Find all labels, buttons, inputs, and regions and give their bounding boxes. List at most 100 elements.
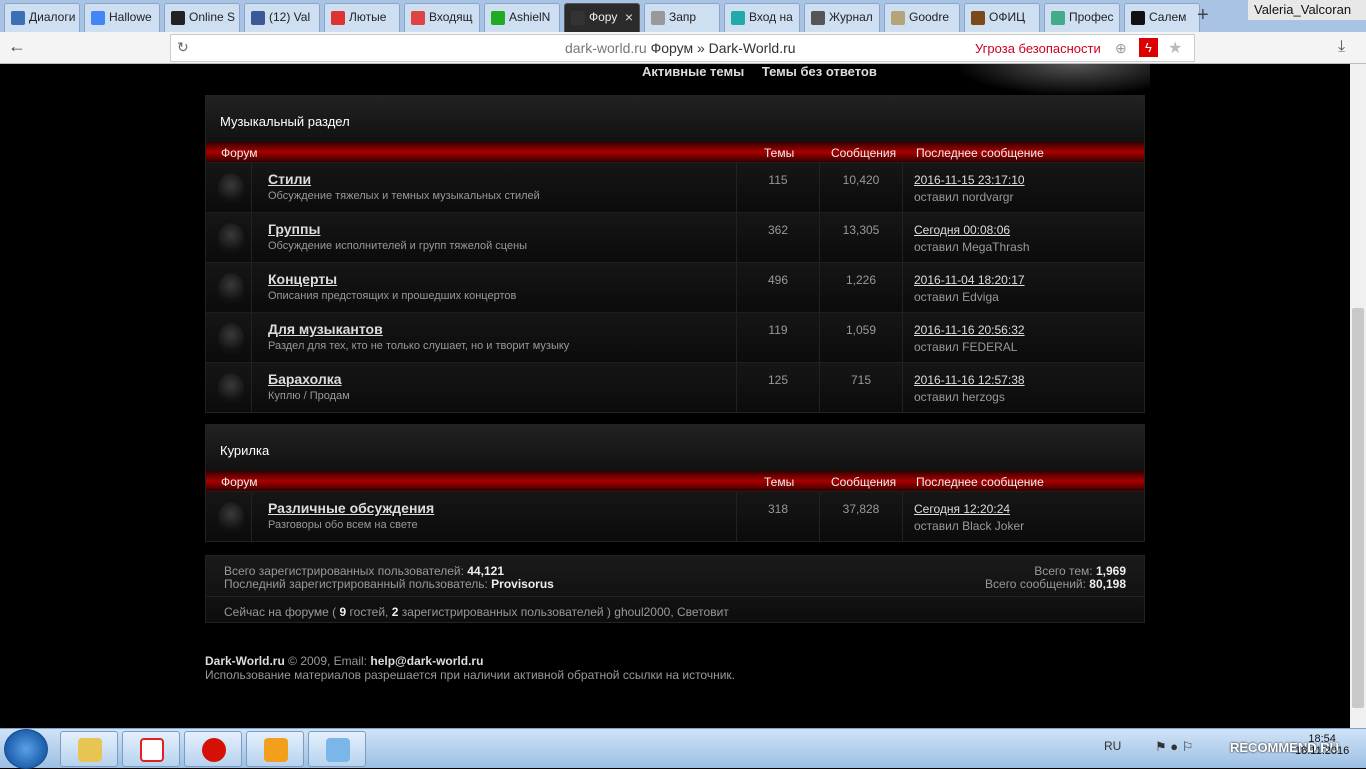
profile-name[interactable]: Valeria_Valcoran [1248,0,1366,20]
winamp-taskbar-button[interactable] [246,731,304,767]
page-scrollbar[interactable] [1350,64,1366,728]
paint-icon [326,738,350,762]
forum-link[interactable]: Различные обсуждения [268,500,434,516]
tab-title: Профес [1069,10,1114,24]
tab-title: Goodre [909,10,950,24]
browser-tab[interactable]: Goodre [884,3,960,32]
tab-favicon-icon [251,11,265,25]
topics-count: 496 [736,263,820,312]
header-banner [960,64,1150,94]
lastfm-taskbar-button[interactable] [184,731,242,767]
header-last-post: Последнее сообщение [916,146,1044,160]
tab-title: Входящ [429,10,473,24]
forum-link[interactable]: Группы [268,221,320,237]
online-users[interactable]: ghoul2000, Световит [614,605,729,619]
last-post-link[interactable]: Сегодня 12:20:24 [914,502,1010,516]
browser-tab[interactable]: Салем [1124,3,1200,32]
active-topics-link[interactable]: Активные темы [642,64,744,79]
forum-row: Барахолка Куплю / Продам 125 715 2016-11-16 … [206,362,1144,412]
last-post-link[interactable]: 2016-11-16 20:56:32 [914,323,1025,337]
forum-link[interactable]: Концерты [268,271,337,287]
table-header: Форум Темы Сообщения Последнее сообщение [206,142,1144,162]
close-tab-icon[interactable]: × [625,9,633,25]
tab-favicon-icon [891,11,905,25]
top-nav: Активные темы Темы без ответов [642,64,891,79]
explorer-taskbar-button[interactable] [60,731,118,767]
unanswered-topics-link[interactable]: Темы без ответов [762,64,877,79]
browser-tab[interactable]: Лютые [324,3,400,32]
header-forum: Форум [221,475,258,489]
tab-favicon-icon [11,11,25,25]
tab-favicon-icon [91,11,105,25]
last-user-link[interactable]: Provisorus [491,577,554,591]
shield-icon[interactable]: ⊕ [1115,40,1127,57]
total-posts: Всего сообщений: 80,198 [985,577,1126,591]
forum-link[interactable]: Для музыкантов [268,321,383,337]
header-posts: Сообщения [831,146,897,160]
topics-count: 125 [736,363,820,412]
last-post-link[interactable]: 2016-11-15 23:17:10 [914,173,1025,187]
last-post-link[interactable]: 2016-11-16 12:57:38 [914,373,1025,387]
posts-count: 1,226 [820,263,903,312]
forum-icon [206,363,252,412]
download-icon[interactable]: ⤓ [1338,38,1345,56]
bookmark-star-icon[interactable]: ★ [1168,38,1182,58]
paint-taskbar-button[interactable] [308,731,366,767]
browser-tab[interactable]: Hallowe [84,3,160,32]
forum-description: Описания предстоящих и прошедших концерт… [268,290,517,302]
skull-icon [218,323,244,353]
browser-tab[interactable]: Входящ [404,3,480,32]
last-post-link[interactable]: Сегодня 00:08:06 [914,223,1010,237]
back-arrow-icon[interactable]: ← [8,36,26,57]
tab-favicon-icon [1051,11,1065,25]
yandex-icon [140,738,164,762]
url-text[interactable]: dark-world.ru Форум » Dark-World.ru [565,40,796,56]
header-topics: Темы [764,475,795,489]
forum-icon [206,163,252,212]
yandex-taskbar-button[interactable] [122,731,180,767]
new-tab-button[interactable]: + [1197,4,1209,27]
browser-tab[interactable]: ОФИЦ [964,3,1040,32]
forum-description: Раздел для тех, кто не только слушает, н… [268,340,570,352]
clock[interactable]: 18:54 18.11.2016 [1295,733,1349,757]
browser-tab[interactable]: Журнал [804,3,880,32]
tab-strip: Диалоги Hallowe Online S (12) Val Лютые Входя… [0,0,1366,32]
tab-title: Фору [589,10,618,24]
scroll-thumb[interactable] [1352,308,1364,708]
header-last-post: Последнее сообщение [916,475,1044,489]
footer: Dark-World.ru © 2009, Email: help@dark-w… [205,654,736,682]
tab-title: Запр [669,10,697,24]
tab-favicon-icon [171,11,185,25]
forum-icon [206,263,252,312]
start-button-icon[interactable] [4,729,48,769]
tray-icons[interactable]: ⚑ ● ⚐ [1155,739,1193,755]
security-warning[interactable]: Угроза безопасности [975,41,1101,56]
last-post-author: оставил nordvargr [914,190,1014,204]
posts-count: 1,059 [820,313,903,362]
posts-count: 13,305 [820,213,903,262]
browser-tab[interactable]: AshielN [484,3,560,32]
browser-tab[interactable]: Online S [164,3,240,32]
forum-description: Куплю / Продам [268,390,350,402]
browser-tab[interactable]: (12) Val [244,3,320,32]
browser-tab[interactable]: Запр [644,3,720,32]
forum-link[interactable]: Барахолка [268,371,342,387]
posts-count: 715 [820,363,903,412]
flash-blocked-icon[interactable]: ϟ [1139,38,1158,57]
browser-tab[interactable]: Диалоги [4,3,80,32]
language-indicator[interactable]: RU [1104,739,1121,753]
header-posts: Сообщения [831,475,897,489]
forum-page: Активные темы Темы без ответов Музыкальн… [0,64,1350,728]
tab-title: (12) Val [269,10,311,24]
footer-email-link[interactable]: help@dark-world.ru [370,654,483,668]
browser-tab[interactable]: Вход на [724,3,800,32]
tab-favicon-icon [411,11,425,25]
reload-icon[interactable]: ↻ [177,39,189,56]
browser-tab[interactable]: Профес [1044,3,1120,32]
forum-icon [206,492,252,541]
browser-tab[interactable]: Фору × [564,3,640,32]
last-post-author: оставил FEDERAL [914,340,1018,354]
forum-link[interactable]: Стили [268,171,311,187]
last-post-link[interactable]: 2016-11-04 18:20:17 [914,273,1025,287]
tab-title: Диалоги [29,10,76,24]
